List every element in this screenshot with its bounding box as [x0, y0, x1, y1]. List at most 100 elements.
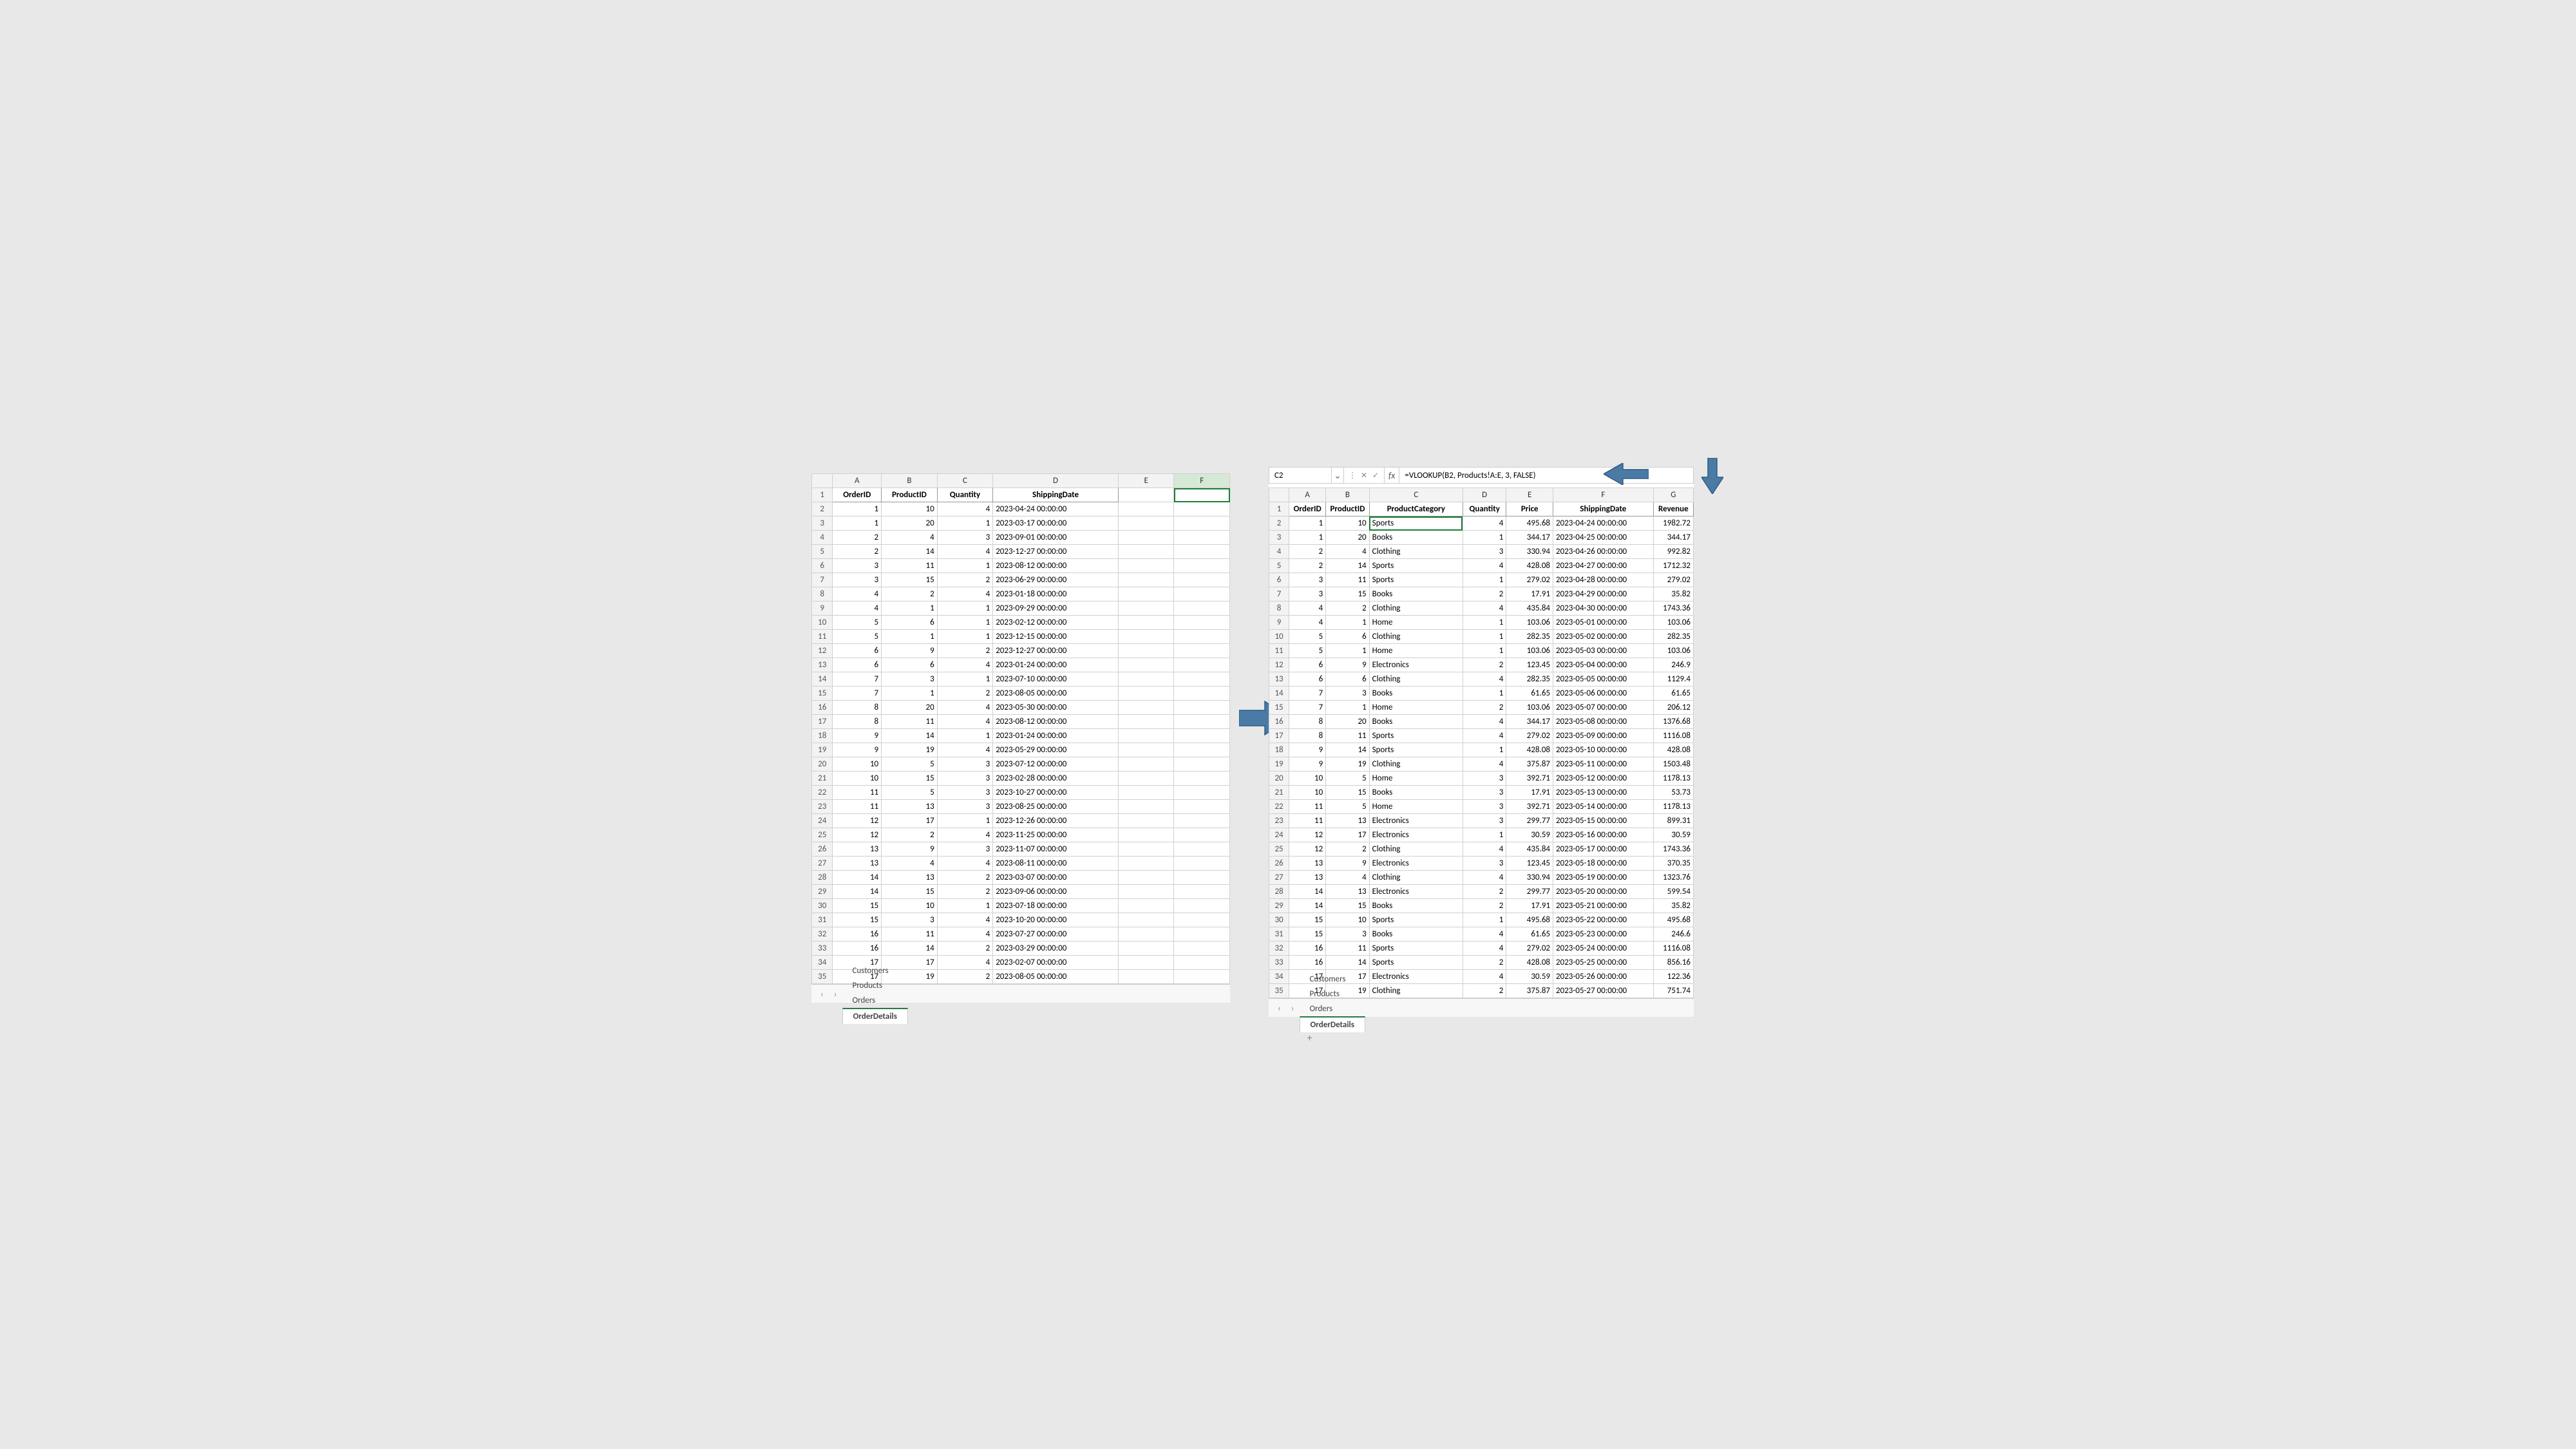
cell[interactable]: 1 — [937, 616, 993, 630]
cell[interactable]: 6 — [833, 658, 882, 672]
cell[interactable] — [1118, 871, 1174, 885]
cell[interactable]: 2 — [1326, 842, 1369, 857]
cell[interactable]: 1 — [937, 899, 993, 913]
cell[interactable]: 2 — [1463, 885, 1506, 899]
cell[interactable]: 2023-03-29 00:00:00 — [993, 942, 1119, 956]
cell[interactable]: 1 — [833, 502, 882, 516]
cell[interactable] — [1118, 559, 1174, 573]
cell[interactable]: 11 — [1289, 800, 1326, 814]
cell[interactable] — [1174, 899, 1230, 913]
sheet-tab-customers[interactable]: Customers — [842, 963, 908, 978]
cell[interactable] — [1174, 857, 1230, 871]
tab-nav-next[interactable]: › — [1286, 1003, 1300, 1014]
cell[interactable]: 13 — [1326, 814, 1369, 828]
cell[interactable]: 4 — [1463, 729, 1506, 743]
name-box[interactable]: C2 — [1269, 468, 1332, 483]
cell[interactable]: 2 — [1463, 899, 1506, 913]
cell[interactable] — [1118, 842, 1174, 857]
cell[interactable]: 2 — [1289, 559, 1326, 573]
cell[interactable]: 2023-04-30 00:00:00 — [1553, 601, 1654, 616]
cell[interactable]: 2023-02-28 00:00:00 — [993, 772, 1119, 786]
formula-cancel-icon[interactable]: ✕ — [1359, 471, 1368, 480]
cell[interactable]: 2 — [1463, 587, 1506, 601]
cell[interactable]: 2023-04-24 00:00:00 — [993, 502, 1119, 516]
cell[interactable] — [1174, 502, 1230, 516]
cell[interactable]: 2023-09-29 00:00:00 — [993, 601, 1119, 616]
cell[interactable]: 428.08 — [1653, 743, 1693, 757]
cell[interactable]: 13 — [833, 842, 882, 857]
cell[interactable]: 2023-03-07 00:00:00 — [993, 871, 1119, 885]
cell[interactable]: 4 — [937, 545, 993, 559]
cell[interactable]: 1 — [1463, 828, 1506, 842]
cell[interactable]: 206.12 — [1653, 701, 1693, 715]
cell[interactable]: 10 — [1326, 913, 1369, 927]
field-header[interactable]: OrderID — [1289, 502, 1326, 516]
row-header[interactable]: 3 — [1269, 531, 1289, 545]
cell[interactable]: 2023-11-07 00:00:00 — [993, 842, 1119, 857]
cell[interactable]: 7 — [1289, 687, 1326, 701]
cell[interactable]: 4 — [937, 658, 993, 672]
cell[interactable]: Books — [1369, 899, 1463, 913]
cell[interactable]: 11 — [1326, 942, 1369, 956]
cell[interactable]: Clothing — [1369, 601, 1463, 616]
cell[interactable] — [1118, 516, 1174, 531]
row-header[interactable]: 13 — [1269, 672, 1289, 687]
cell[interactable]: 2023-09-06 00:00:00 — [993, 885, 1119, 899]
cell[interactable]: 12 — [833, 814, 882, 828]
cell[interactable]: 10 — [882, 502, 938, 516]
cell[interactable]: 495.68 — [1506, 516, 1553, 531]
cell[interactable]: 10 — [1289, 772, 1326, 786]
cell[interactable] — [1174, 672, 1230, 687]
cell[interactable]: 1 — [1326, 644, 1369, 658]
cell[interactable]: 15 — [833, 913, 882, 927]
cell[interactable]: Sports — [1369, 573, 1463, 587]
cell[interactable]: 2 — [882, 828, 938, 842]
cell[interactable]: 2 — [1326, 601, 1369, 616]
cell[interactable]: Clothing — [1369, 630, 1463, 644]
cell[interactable]: 17.91 — [1506, 587, 1553, 601]
col-header-B[interactable]: B — [882, 474, 938, 488]
cell[interactable]: 2023-05-18 00:00:00 — [1553, 857, 1654, 871]
row-header[interactable]: 10 — [812, 616, 833, 630]
cell[interactable]: 5 — [833, 616, 882, 630]
row-header[interactable]: 9 — [1269, 616, 1289, 630]
row-header[interactable]: 32 — [1269, 942, 1289, 956]
cell[interactable]: Sports — [1369, 913, 1463, 927]
cell[interactable]: 15 — [833, 899, 882, 913]
cell[interactable]: 13 — [1326, 885, 1369, 899]
cell[interactable]: 11 — [833, 800, 882, 814]
cell[interactable]: 8 — [1289, 729, 1326, 743]
cell[interactable] — [1118, 828, 1174, 842]
cell[interactable]: 6 — [1326, 630, 1369, 644]
row-header[interactable]: 28 — [1269, 885, 1289, 899]
sheet-tab-products[interactable]: Products — [1300, 987, 1365, 1001]
cell[interactable]: 4 — [937, 828, 993, 842]
row-header[interactable]: 19 — [812, 743, 833, 757]
cell[interactable]: 751.74 — [1653, 984, 1693, 998]
cell[interactable] — [1118, 658, 1174, 672]
cell[interactable]: 282.35 — [1506, 630, 1553, 644]
cell[interactable]: 392.71 — [1506, 800, 1553, 814]
cell[interactable]: 2 — [1463, 658, 1506, 672]
cell[interactable]: 3 — [1463, 800, 1506, 814]
cell[interactable]: 12 — [833, 828, 882, 842]
col-header-E[interactable]: E — [1506, 488, 1553, 502]
cell[interactable] — [1174, 970, 1230, 984]
row-header[interactable]: 27 — [812, 857, 833, 871]
cell[interactable]: 14 — [882, 942, 938, 956]
cell[interactable]: 3 — [1463, 545, 1506, 559]
cell[interactable]: 17.91 — [1506, 899, 1553, 913]
cell[interactable]: 14 — [882, 729, 938, 743]
cell[interactable]: 15 — [1289, 913, 1326, 927]
cell[interactable]: 2023-05-14 00:00:00 — [1553, 800, 1654, 814]
cell[interactable]: 2 — [937, 942, 993, 956]
cell[interactable]: 4 — [1289, 601, 1326, 616]
formula-accept-icon[interactable]: ✓ — [1371, 471, 1380, 480]
cell[interactable]: 2023-05-19 00:00:00 — [1553, 871, 1654, 885]
cell[interactable]: 10 — [833, 772, 882, 786]
cell[interactable]: 7 — [1289, 701, 1326, 715]
field-header[interactable]: ProductID — [1326, 502, 1369, 516]
cell[interactable]: 1 — [937, 601, 993, 616]
fx-label[interactable]: fx — [1385, 468, 1399, 483]
cell[interactable]: 4 — [937, 956, 993, 970]
